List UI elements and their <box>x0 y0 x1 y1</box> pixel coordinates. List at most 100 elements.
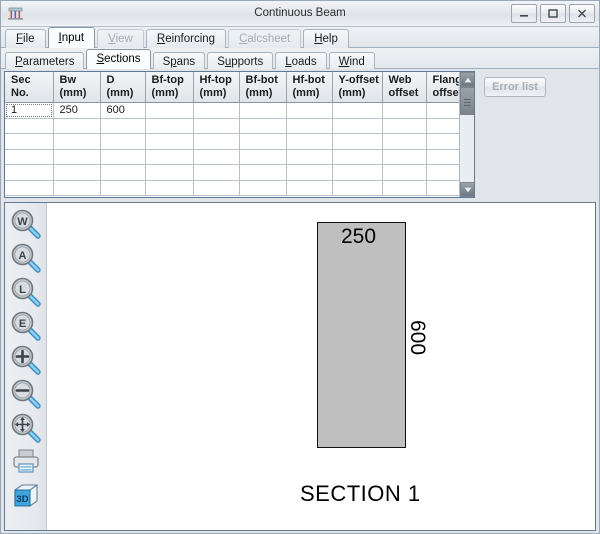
table-cell[interactable] <box>239 118 287 134</box>
menu-tab-label: Calcsheet <box>239 33 291 45</box>
table-cell[interactable] <box>5 164 54 181</box>
table-cell[interactable] <box>5 118 54 134</box>
table-cell[interactable] <box>53 149 101 165</box>
table-cell[interactable] <box>53 133 101 150</box>
table-row[interactable] <box>5 133 472 150</box>
column-header-hf-bot[interactable]: Hf-bot (mm) <box>286 72 333 103</box>
table-cell[interactable] <box>5 180 54 196</box>
close-button[interactable] <box>569 4 595 23</box>
column-header-bf-top[interactable]: Bf-top (mm) <box>145 72 194 103</box>
table-row[interactable] <box>5 164 472 181</box>
table-cell[interactable] <box>382 180 427 196</box>
table-cell[interactable] <box>145 149 194 165</box>
table-cell[interactable] <box>382 164 427 181</box>
pan-icon[interactable] <box>9 411 43 444</box>
table-cell[interactable] <box>382 133 427 150</box>
table-cell[interactable] <box>100 149 146 165</box>
menu-tab-input[interactable]: Input <box>47 27 96 48</box>
column-header-web[interactable]: Web offset <box>382 72 427 103</box>
view-3d-icon[interactable]: 3D <box>9 479 43 512</box>
table-cell[interactable] <box>53 180 101 196</box>
table-cell[interactable]: 1 <box>5 102 54 119</box>
sub-tab-supports[interactable]: Supports <box>207 52 274 70</box>
sub-tab-wind[interactable]: Wind <box>328 52 375 70</box>
table-cell[interactable] <box>332 164 383 181</box>
table-cell[interactable] <box>239 133 287 150</box>
table-row[interactable]: 1 250 600 <box>5 102 472 119</box>
table-row[interactable] <box>5 180 472 196</box>
minimize-button[interactable] <box>511 4 537 23</box>
table-cell[interactable] <box>239 102 287 119</box>
table-cell[interactable] <box>286 133 333 150</box>
column-header-sec[interactable]: Sec No. <box>5 72 54 103</box>
table-cell[interactable] <box>332 180 383 196</box>
column-header-bw[interactable]: Bw (mm) <box>53 72 101 103</box>
zoom-in-icon[interactable] <box>9 343 43 376</box>
table-cell[interactable] <box>100 164 146 181</box>
table-cell[interactable] <box>286 102 333 119</box>
column-header-d[interactable]: D (mm) <box>100 72 146 103</box>
table-cell[interactable] <box>332 118 383 134</box>
table-cell[interactable] <box>193 102 240 119</box>
sub-tab-spans[interactable]: Spans <box>152 52 206 70</box>
scrollbar-thumb[interactable] <box>460 87 474 115</box>
table-cell[interactable] <box>286 180 333 196</box>
table-cell[interactable]: 600 <box>100 102 146 119</box>
table-cell[interactable] <box>332 102 383 119</box>
table-cell[interactable] <box>239 149 287 165</box>
table-cell[interactable] <box>382 149 427 165</box>
error-list-button[interactable]: Error list <box>484 77 546 97</box>
sub-tab-sections[interactable]: Sections <box>86 49 151 69</box>
section-canvas[interactable]: 250 600 SECTION 1 <box>48 203 595 530</box>
zoom-all-icon[interactable]: A <box>9 241 43 274</box>
table-cell[interactable] <box>100 180 146 196</box>
table-cell[interactable] <box>145 133 194 150</box>
table-cell[interactable] <box>193 180 240 196</box>
table-cell[interactable] <box>145 164 194 181</box>
zoom-window-icon[interactable]: W <box>9 207 43 240</box>
table-cell[interactable] <box>286 149 333 165</box>
table-cell[interactable] <box>145 102 194 119</box>
sub-tab-parameters[interactable]: Parameters <box>5 52 85 70</box>
table-cell[interactable] <box>145 180 194 196</box>
table-cell[interactable] <box>382 118 427 134</box>
table-cell[interactable] <box>239 180 287 196</box>
column-header-bf-bot[interactable]: Bf-bot (mm) <box>239 72 287 103</box>
table-cell[interactable] <box>332 133 383 150</box>
table-row[interactable] <box>5 149 472 165</box>
maximize-button[interactable] <box>540 4 566 23</box>
table-cell[interactable] <box>145 118 194 134</box>
table-cell[interactable] <box>5 133 54 150</box>
table-cell[interactable] <box>286 118 333 134</box>
scrollbar-track[interactable] <box>460 115 474 182</box>
sub-tab-loads[interactable]: Loads <box>275 52 327 70</box>
column-header-line1: Y-offset <box>338 74 379 86</box>
table-cell[interactable] <box>5 149 54 165</box>
zoom-last-icon[interactable]: L <box>9 275 43 308</box>
column-header-hf-top[interactable]: Hf-top (mm) <box>193 72 240 103</box>
scroll-up-arrow-icon[interactable] <box>460 72 474 87</box>
scroll-down-arrow-icon[interactable] <box>460 182 474 197</box>
table-cell[interactable] <box>53 164 101 181</box>
column-header-y-offset[interactable]: Y-offset (mm) <box>332 72 383 103</box>
zoom-out-icon[interactable] <box>9 377 43 410</box>
table-cell[interactable] <box>332 149 383 165</box>
table-cell[interactable] <box>100 133 146 150</box>
menu-tab-reinforcing[interactable]: Reinforcing <box>145 29 227 48</box>
table-cell[interactable] <box>193 133 240 150</box>
grid-vertical-scrollbar[interactable] <box>459 72 474 197</box>
table-cell[interactable] <box>239 164 287 181</box>
menu-tab-file[interactable]: File <box>5 29 46 48</box>
zoom-extents-icon[interactable]: E <box>9 309 43 342</box>
table-cell[interactable] <box>193 149 240 165</box>
table-cell[interactable] <box>193 118 240 134</box>
table-row[interactable] <box>5 118 472 134</box>
table-cell[interactable] <box>53 118 101 134</box>
table-cell[interactable]: 250 <box>53 102 101 119</box>
table-cell[interactable] <box>286 164 333 181</box>
table-cell[interactable] <box>382 102 427 119</box>
menu-tab-help[interactable]: Help <box>303 29 349 48</box>
table-cell[interactable] <box>193 164 240 181</box>
print-icon[interactable] <box>9 445 43 478</box>
table-cell[interactable] <box>100 118 146 134</box>
